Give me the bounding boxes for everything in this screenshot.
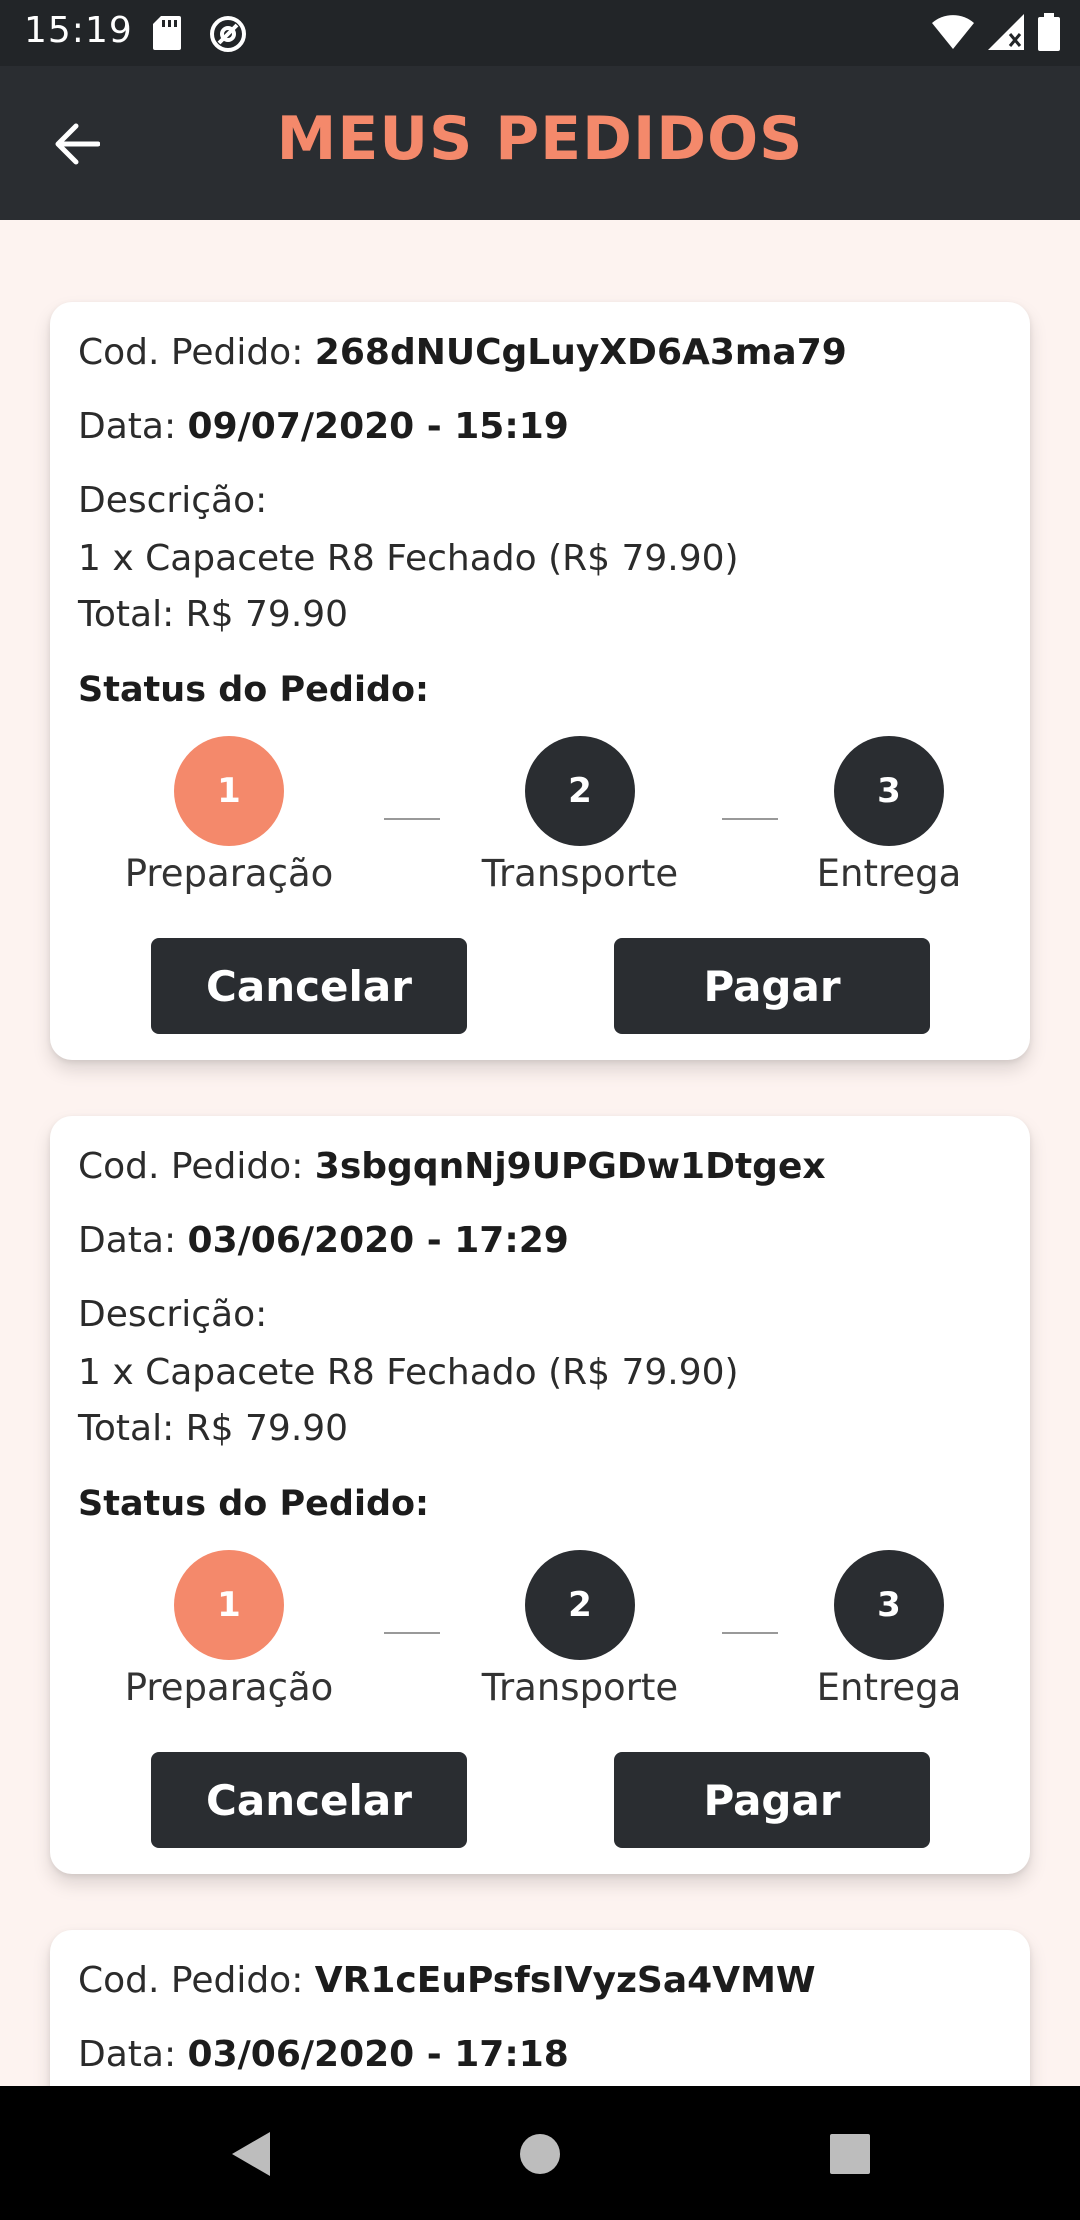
pay-button[interactable]: Pagar: [614, 1752, 930, 1848]
step-label: Entrega: [816, 852, 962, 895]
step-label: Preparação: [124, 1666, 334, 1709]
order-description-label: Descrição:: [78, 480, 268, 521]
order-date-line: Data: 03/06/2020 - 17:29: [78, 1220, 569, 1261]
cellular-signal-icon: [988, 14, 1024, 50]
app-bar: MEUS PEDIDOS: [0, 66, 1080, 220]
home-circle-icon: [520, 2134, 560, 2174]
status-icons: [932, 12, 1060, 52]
order-item: 1 x Capacete R8 Fechado (R$ 79.90): [78, 1352, 739, 1393]
system-nav-bar: [0, 2086, 1080, 2220]
order-card: Cod. Pedido: 268dNUCgLuyXD6A3ma79 Data: …: [50, 302, 1030, 1060]
step-separator: [384, 1632, 440, 1634]
battery-icon: [1038, 13, 1060, 51]
nav-home-button[interactable]: [510, 2124, 570, 2184]
step-number: 2: [525, 1550, 635, 1660]
order-code-line: Cod. Pedido: 268dNUCgLuyXD6A3ma79: [78, 332, 847, 373]
step-entrega: 3 Entrega: [769, 1550, 1009, 1709]
step-preparacao: 1 Preparação: [109, 1550, 349, 1709]
order-total: Total: R$ 79.90: [78, 594, 349, 635]
step-number: 1: [174, 1550, 284, 1660]
step-number: 3: [834, 736, 944, 846]
step-separator: [384, 818, 440, 820]
order-code-label: Cod. Pedido:: [78, 1960, 304, 2001]
cancel-button[interactable]: Cancelar: [151, 938, 467, 1034]
step-number: 2: [525, 736, 635, 846]
order-date-label: Data:: [78, 2034, 177, 2075]
step-preparacao: 1 Preparação: [109, 736, 349, 895]
at-sign-icon: [210, 16, 246, 52]
wifi-icon: [932, 15, 974, 49]
order-code-line: Cod. Pedido: VR1cEuPsfsIVyzSa4VMW: [78, 1960, 816, 2001]
sd-card-icon: [153, 16, 181, 50]
order-description-label: Descrição:: [78, 1294, 268, 1335]
order-code: 268dNUCgLuyXD6A3ma79: [314, 332, 847, 373]
order-card: Cod. Pedido: 3sbgqnNj9UPGDw1Dtgex Data: …: [50, 1116, 1030, 1874]
step-label: Transporte: [481, 852, 679, 895]
order-code-label: Cod. Pedido:: [78, 332, 304, 373]
order-status-title: Status do Pedido:: [78, 670, 430, 710]
order-date: 03/06/2020 - 17:18: [187, 2034, 569, 2075]
step-label: Preparação: [124, 852, 334, 895]
cancel-button[interactable]: Cancelar: [151, 1752, 467, 1848]
step-label: Entrega: [816, 1666, 962, 1709]
step-transporte: 2 Transporte: [460, 736, 700, 895]
step-number: 3: [834, 1550, 944, 1660]
order-date-line: Data: 03/06/2020 - 17:18: [78, 2034, 569, 2075]
step-number: 1: [174, 736, 284, 846]
order-total: Total: R$ 79.90: [78, 1408, 349, 1449]
nav-back-button[interactable]: [220, 2124, 280, 2184]
recents-square-icon: [830, 2134, 870, 2174]
order-date: 03/06/2020 - 17:29: [187, 1220, 569, 1261]
step-entrega: 3 Entrega: [769, 736, 1009, 895]
step-transporte: 2 Transporte: [460, 1550, 700, 1709]
order-status-title: Status do Pedido:: [78, 1484, 430, 1524]
status-bar: 15:19: [0, 0, 1080, 66]
step-label: Transporte: [481, 1666, 679, 1709]
order-date-label: Data:: [78, 406, 177, 447]
back-triangle-icon: [232, 2132, 270, 2176]
order-item: 1 x Capacete R8 Fechado (R$ 79.90): [78, 538, 739, 579]
page-title: MEUS PEDIDOS: [276, 104, 804, 174]
order-code-line: Cod. Pedido: 3sbgqnNj9UPGDw1Dtgex: [78, 1146, 826, 1187]
nav-recents-button[interactable]: [820, 2124, 880, 2184]
order-date-line: Data: 09/07/2020 - 15:19: [78, 406, 569, 447]
order-code: 3sbgqnNj9UPGDw1Dtgex: [314, 1146, 826, 1187]
order-code-label: Cod. Pedido:: [78, 1146, 304, 1187]
order-date: 09/07/2020 - 15:19: [187, 406, 569, 447]
pay-button[interactable]: Pagar: [614, 938, 930, 1034]
order-code: VR1cEuPsfsIVyzSa4VMW: [314, 1960, 816, 2001]
order-date-label: Data:: [78, 1220, 177, 1261]
status-time: 15:19: [24, 10, 133, 51]
